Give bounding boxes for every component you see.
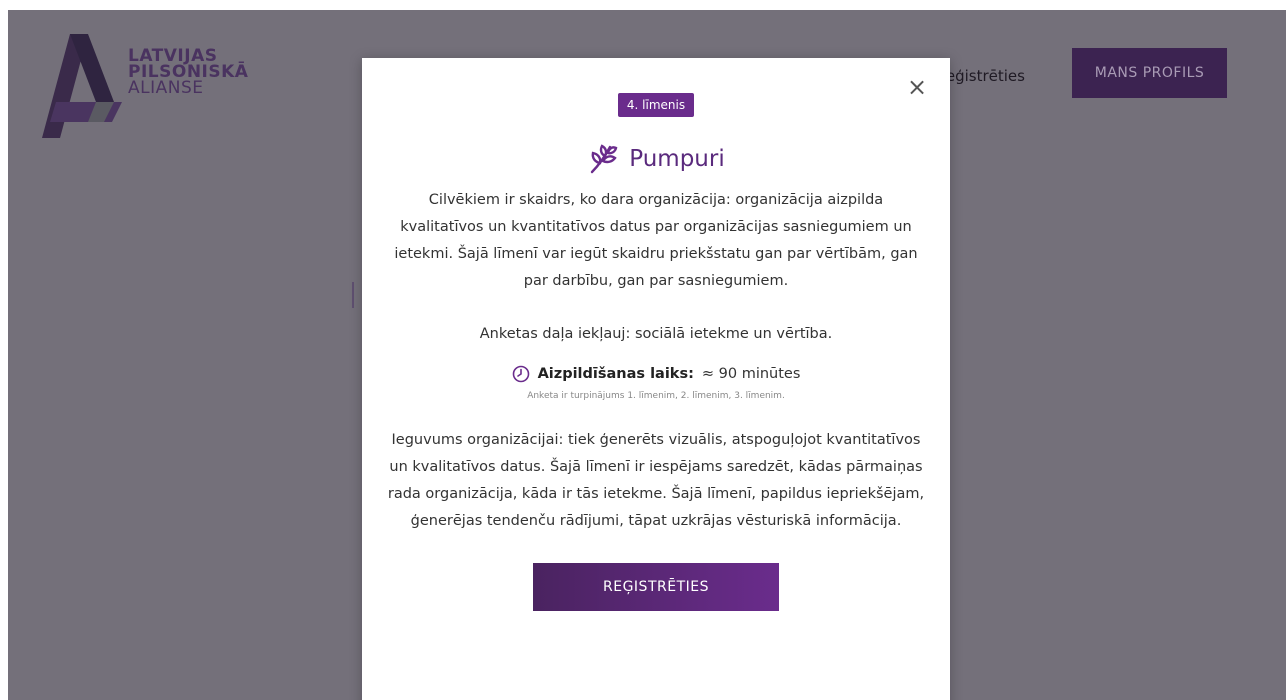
background-divider [352, 282, 354, 308]
continuation-note: Anketa ir turpinājums 1. līmenim, 2. līm… [527, 391, 785, 401]
logo-line-3: ALIANSE [128, 78, 204, 98]
level-description: Cilvēkiem ir skaidrs, ko dara organizāci… [394, 192, 918, 289]
page-overlay[interactable]: LATVIJAS PILSONISKĀ ALIANSE reģistrēties… [8, 10, 1286, 700]
time-value: ≈ 90 minūtes [701, 366, 801, 382]
completion-time: Aizpildīšanas laiks: ≈ 90 minūtes [362, 365, 950, 383]
register-button[interactable]: REĢISTRĒTIES [533, 563, 779, 611]
time-label: Aizpildīšanas laiks: [537, 366, 694, 382]
logo-text: LATVIJAS PILSONISKĀ ALIANSE [128, 48, 248, 98]
level-badge: 4. līmenis [617, 93, 695, 117]
close-icon[interactable]: × [904, 74, 930, 100]
modal-title: Pumpuri [629, 146, 725, 172]
profile-button[interactable]: MANS PROFILS [1072, 48, 1227, 98]
level-modal: × 4. līmenis Pumpuri Cilvēkiem ir skaidr… [362, 58, 950, 700]
leaf-sprout-icon [591, 144, 618, 174]
clock-icon [512, 365, 529, 383]
nav-register-link[interactable]: reģistrēties [940, 67, 1025, 85]
survey-includes: Anketas daļa iekļauj: sociālā ietekme un… [479, 326, 833, 342]
logo[interactable]: LATVIJAS PILSONISKĀ ALIANSE [38, 28, 258, 140]
organization-benefit: Ieguvums organizācijai: tiek ģenerēts vi… [387, 432, 925, 529]
logo-icon [42, 34, 122, 138]
modal-title-row: Pumpuri [362, 143, 950, 175]
